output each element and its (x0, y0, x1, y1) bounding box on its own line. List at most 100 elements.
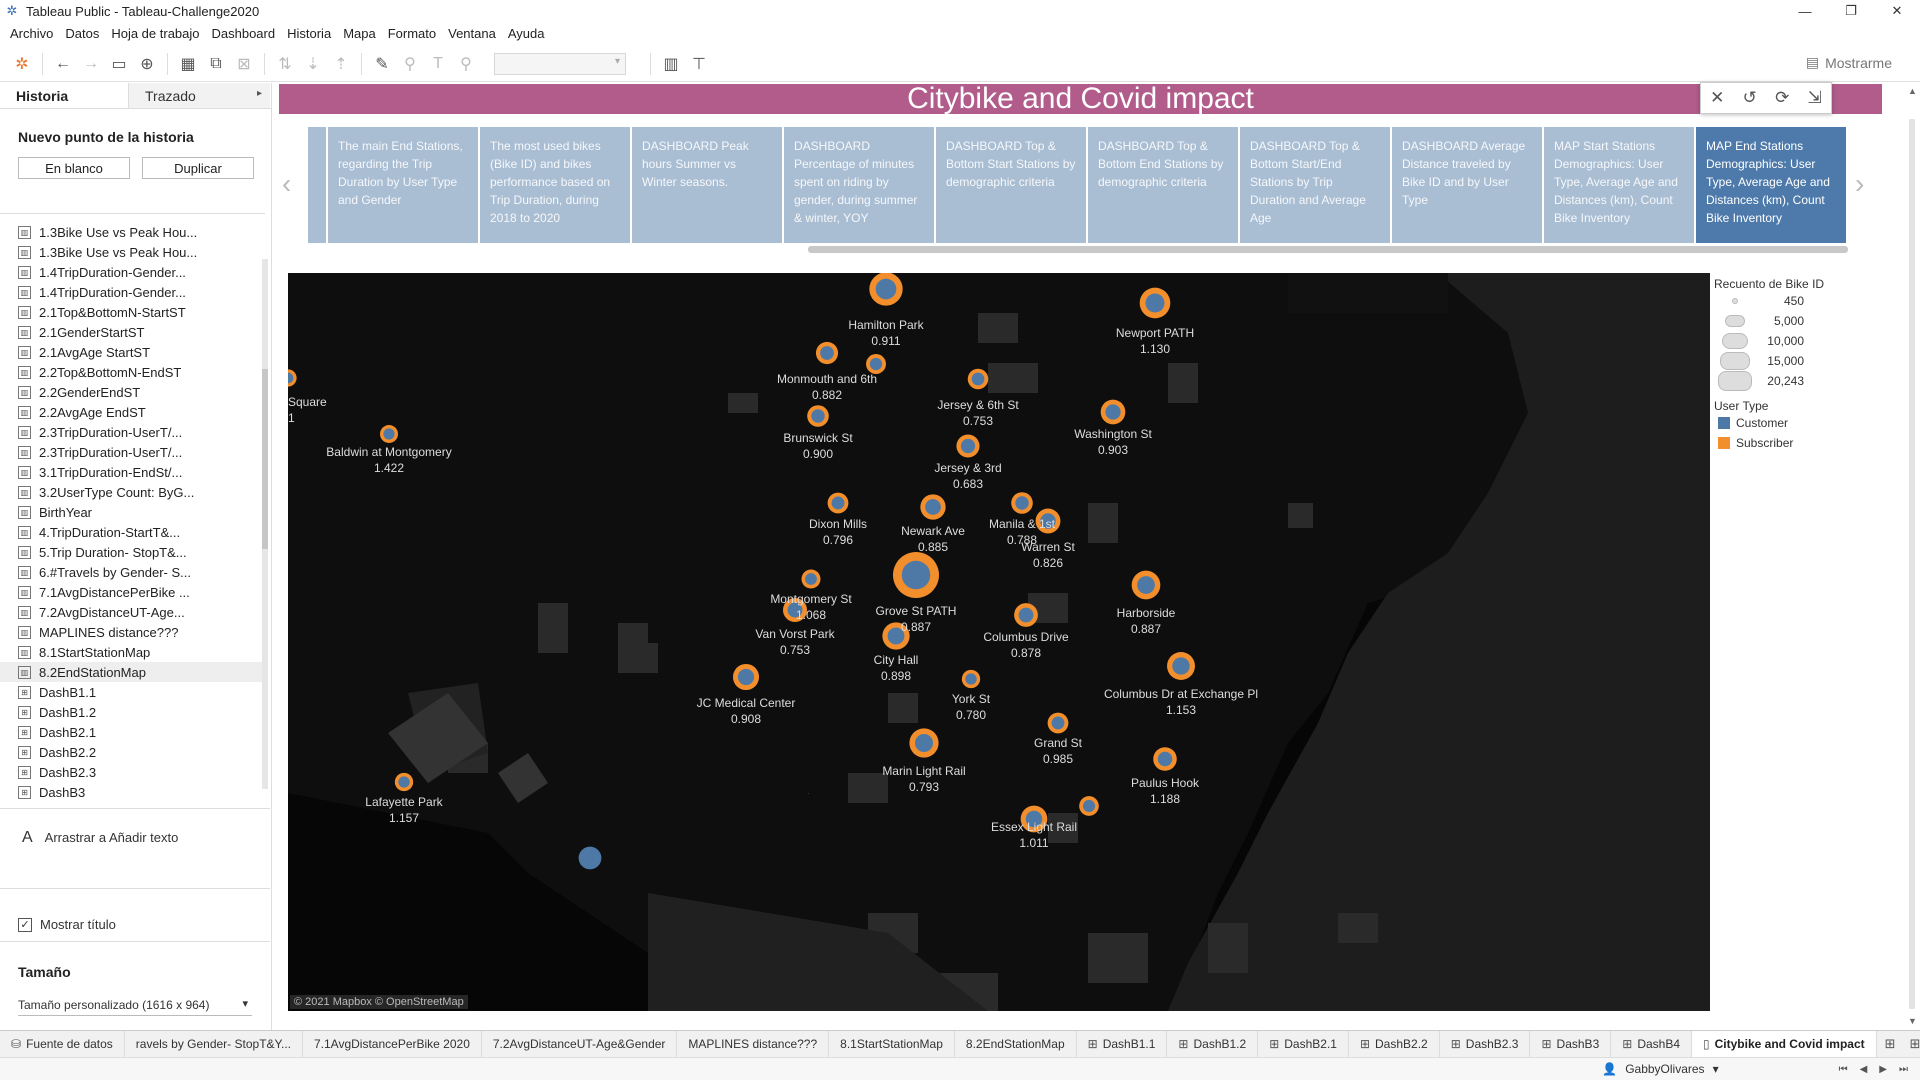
station-marker[interactable] (961, 669, 981, 689)
sheet-list-item[interactable]: ⊞ DashB3 (0, 782, 265, 802)
story-point-card[interactable]: DASHBOARD Peak hours Summer vs Winter se… (632, 127, 782, 243)
pin-icon[interactable]: ⚲ (452, 50, 480, 78)
sheet-list-item[interactable]: ▥ 1.4TripDuration-Gender... (0, 282, 265, 302)
tab-trazado[interactable]: Trazado (128, 83, 270, 108)
add-data-source-icon[interactable]: ⊕ (133, 50, 161, 78)
show-title-toggle[interactable]: ✓ Mostrar título (0, 888, 270, 938)
presentation-mode-icon[interactable]: ⊤ (685, 50, 713, 78)
sheet-tab[interactable]: 8.2EndStationMap (955, 1030, 1077, 1058)
sheet-list-item[interactable]: ⊞ DashB1.1 (0, 682, 265, 702)
menu-dashboard[interactable]: Dashboard (206, 26, 282, 41)
sheet-list-item[interactable]: ▥ 2.2AvgAge EndST (0, 402, 265, 422)
save-as-new-icon[interactable]: ⇲ (1808, 88, 1822, 108)
sheet-tab[interactable]: ⊞ DashB2.2 (1349, 1030, 1440, 1058)
duplicate-sheet-icon[interactable]: ⧉ (202, 50, 230, 78)
station-marker[interactable] (1020, 805, 1048, 833)
size-select[interactable]: Tamaño personalizado (1616 x 964) (18, 994, 252, 1016)
sheet-list-item[interactable]: ▥ 2.1Top&BottomN-StartST (0, 302, 265, 322)
new-worksheet-icon[interactable]: ⊞ (1885, 1036, 1896, 1052)
station-marker[interactable] (1047, 712, 1069, 734)
group-icon[interactable]: ⚲ (396, 50, 424, 78)
sheet-tab[interactable]: ▯ Citybike and Covid impact (1692, 1030, 1877, 1058)
sheet-list-item[interactable]: ▥ 2.1AvgAge StartST (0, 342, 265, 362)
update-icon[interactable]: ⟳ (1775, 88, 1789, 108)
sheet-list-item[interactable]: ▥ 1.3Bike Use vs Peak Hou... (0, 242, 265, 262)
sheet-list-item[interactable]: ▥ MAPLINES distance??? (0, 622, 265, 642)
sort-ascending-icon[interactable]: ⇣ (299, 50, 327, 78)
story-point-card[interactable]: DASHBOARD Top & Bottom Start Stations by… (936, 127, 1086, 243)
sheet-tab[interactable]: ⊞ DashB2.3 (1440, 1030, 1531, 1058)
sheet-list-item[interactable]: ▥ 8.2EndStationMap (0, 662, 265, 682)
menu-formato[interactable]: Formato (382, 26, 442, 41)
sheet-tab[interactable]: 8.1StartStationMap (829, 1030, 955, 1058)
station-marker[interactable] (1100, 399, 1126, 425)
sheet-list-item[interactable]: ▥ 4.TripDuration-StartT&... (0, 522, 265, 542)
story-point-card[interactable]: MAP End Stations Demographics: User Type… (1696, 127, 1846, 243)
previous-point-arrow[interactable]: ‹ (282, 168, 291, 200)
sheet-tab[interactable]: 7.1AvgDistancePerBike 2020 (303, 1030, 482, 1058)
station-marker[interactable] (909, 728, 939, 758)
user-name[interactable]: GabbyOlivares (1625, 1062, 1704, 1076)
close-button[interactable]: ✕ (1874, 0, 1920, 22)
station-marker[interactable] (869, 273, 903, 306)
vertical-scrollbar[interactable]: ▲ ▼ (1904, 83, 1920, 1030)
sheet-list-item[interactable]: ▥ 1.3Bike Use vs Peak Hou... (0, 222, 265, 242)
story-point-card[interactable]: MAP Start Stations Demographics: User Ty… (1544, 127, 1694, 243)
sheet-list-item[interactable]: ▥ 2.3TripDuration-UserT/... (0, 422, 265, 442)
station-marker[interactable] (807, 405, 829, 427)
sheet-list-item[interactable]: ▥ 2.3TripDuration-UserT/... (0, 442, 265, 462)
duplicate-point-button[interactable]: Duplicar (142, 157, 254, 179)
sheet-tab[interactable]: MAPLINES distance??? (677, 1030, 830, 1058)
minimize-button[interactable]: — (1782, 0, 1828, 22)
redo-icon[interactable]: → (77, 50, 105, 78)
show-me-button[interactable]: ▤ Mostrarme (1806, 54, 1892, 71)
station-marker[interactable] (866, 354, 886, 374)
station-marker[interactable] (1079, 796, 1099, 816)
menu-datos[interactable]: Datos (59, 26, 105, 41)
undo-icon[interactable]: ← (49, 50, 77, 78)
sheet-tab[interactable]: ⊞ DashB2.1 (1258, 1030, 1349, 1058)
sheet-list-item[interactable]: ▥ BirthYear (0, 502, 265, 522)
station-marker[interactable] (1014, 603, 1038, 627)
story-point-partial[interactable] (308, 127, 326, 243)
station-marker[interactable] (1035, 508, 1061, 534)
next-sheet-icon[interactable]: ▶ (1879, 1064, 1887, 1075)
tableau-home-icon[interactable]: ✲ (8, 50, 36, 78)
color-legend-row[interactable]: Customer (1712, 413, 1902, 433)
story-point-card[interactable]: DASHBOARD Top & Bottom Start/End Station… (1240, 127, 1390, 243)
station-marker[interactable] (380, 425, 398, 443)
next-point-arrow[interactable]: › (1855, 168, 1864, 200)
station-marker[interactable] (882, 622, 910, 650)
menu-historia[interactable]: Historia (281, 26, 337, 41)
end-station-map[interactable]: Hamilton Park 0.911 Newport PATH 1.130 Monmo… (288, 273, 1710, 1011)
sheet-list-scrollbar[interactable] (262, 259, 268, 789)
delete-icon[interactable]: ✕ (1710, 88, 1724, 108)
story-point-card[interactable]: The most used bikes (Bike ID) and bikes … (480, 127, 630, 243)
sheet-tab[interactable]: ⊞ DashB4 (1611, 1030, 1693, 1058)
sheet-list-item[interactable]: ▥ 3.1TripDuration-EndSt/... (0, 462, 265, 482)
sheet-list-item[interactable]: ▥ 1.4TripDuration-Gender... (0, 262, 265, 282)
sheet-list-item[interactable]: ▥ 8.1StartStationMap (0, 642, 265, 662)
label-icon[interactable]: T (424, 50, 452, 78)
show-cards-icon[interactable]: ▥ (657, 50, 685, 78)
story-point-card[interactable]: The main End Stations, regarding the Tri… (328, 127, 478, 243)
menu-hoja-de-trabajo[interactable]: Hoja de trabajo (105, 26, 205, 41)
drag-text-item[interactable]: A Arrastrar a Añadir texto (0, 808, 270, 888)
color-legend-row[interactable]: Subscriber (1712, 433, 1902, 453)
menu-mapa[interactable]: Mapa (337, 26, 382, 41)
station-marker[interactable] (893, 552, 939, 598)
sheet-list-item[interactable]: ▥ 3.2UserType Count: ByG... (0, 482, 265, 502)
sheet-tab[interactable]: ravels by Gender- StopT&Y... (125, 1030, 303, 1058)
sheet-tab[interactable]: ⊞ DashB1.2 (1167, 1030, 1259, 1058)
menu-archivo[interactable]: Archivo (4, 26, 59, 41)
blank-point-button[interactable]: En blanco (18, 157, 130, 179)
station-marker[interactable] (827, 492, 849, 514)
map-attribution[interactable]: © 2021 Mapbox © OpenStreetMap (290, 995, 468, 1009)
sheet-tab[interactable]: ⊞ DashB1.1 (1077, 1030, 1168, 1058)
user-menu-chevron-icon[interactable]: ▾ (1713, 1062, 1719, 1076)
story-points-scrollbar[interactable] (808, 246, 1848, 253)
station-marker[interactable] (920, 494, 946, 520)
sheet-list-item[interactable]: ▥ 7.1AvgDistancePerBike ... (0, 582, 265, 602)
sort-descending-icon[interactable]: ⇡ (327, 50, 355, 78)
clear-sheet-icon[interactable]: ⊠ (230, 50, 258, 78)
